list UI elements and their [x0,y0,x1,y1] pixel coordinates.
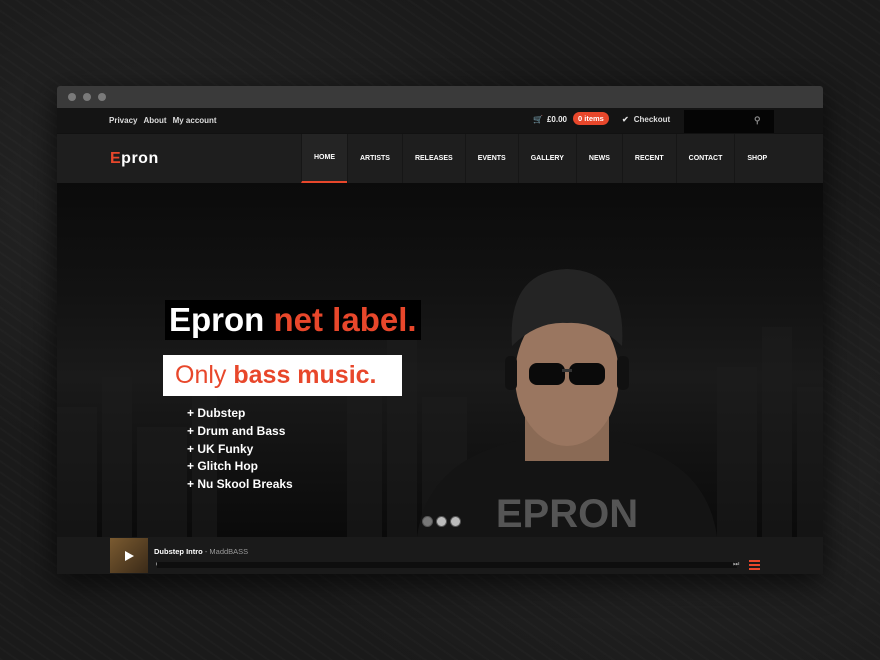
shirt-logo-text: EPRON [496,492,638,536]
next-track-icon[interactable]: ⏭ [733,561,739,569]
cart-items-badge[interactable]: 0 items [573,112,609,125]
genre-item: + Nu Skool Breaks [187,477,293,492]
nav-contact[interactable]: CONTACT [675,134,735,183]
nav-home[interactable]: HOME [301,134,347,183]
cart-icon: 🛒 [533,115,543,124]
nav-events[interactable]: EVENTS [464,134,518,183]
privacy-link[interactable]: Privacy [109,116,137,125]
nav-shop[interactable]: SHOP [734,134,779,183]
hero-headline: Epron net label. [165,300,421,340]
dj-photo: EPRON [417,269,717,537]
slider-dot-2[interactable] [436,516,447,527]
track-progress-bar[interactable] [157,562,737,568]
nav-recent[interactable]: RECENT [621,134,676,183]
cart-link[interactable]: 🛒 £0.00 [533,115,567,124]
search-icon[interactable]: ⚲ [754,115,761,126]
nav-releases[interactable]: RELEASES [401,134,465,183]
main-nav: HOME ARTISTS RELEASES EVENTS GALLERY NEW… [301,134,779,183]
nav-gallery[interactable]: GALLERY [517,134,576,183]
slider-dot-1[interactable] [422,516,433,527]
top-links: Privacy About My account [109,116,217,125]
subline-bold: bass music. [233,361,377,389]
audio-player: Dubstep Intro - MaddBASS ⏮ ⏭ [57,537,823,574]
track-title: Dubstep Intro [154,547,203,556]
window-dot-minimize[interactable] [83,93,91,101]
subline-main: Only [175,361,227,389]
genre-list: + Dubstep + Drum and Bass + UK Funky + G… [187,405,293,494]
play-icon[interactable] [125,551,134,561]
checkout-label: Checkout [633,115,671,124]
genre-item: + Drum and Bass [187,423,286,438]
window-dot-maximize[interactable] [98,93,106,101]
window-titlebar [57,86,823,108]
nav-artists[interactable]: ARTISTS [347,134,402,183]
about-link[interactable]: About [143,116,166,125]
browser-window: Privacy About My account 🛒 £0.00 0 items… [57,86,823,574]
genre-item: + Dubstep [187,406,246,420]
hero-slider: EPRON Epron net label. Only bass music. … [57,183,823,537]
genre-item: + Glitch Hop [187,459,259,474]
checkout-link[interactable]: ✔ Checkout [622,115,670,124]
track-info: Dubstep Intro - MaddBASS [154,547,248,556]
main-navbar: Epron HOME ARTISTS RELEASES EVENTS GALLE… [57,133,823,183]
logo-rest: pron [121,150,159,167]
site-logo[interactable]: Epron [110,150,159,168]
my-account-link[interactable]: My account [173,116,217,125]
window-dot-close[interactable] [68,93,76,101]
check-icon: ✔ [622,115,629,124]
playlist-icon[interactable] [749,560,760,572]
headline-accent: net label. [273,301,417,338]
headline-main: Epron [169,301,265,338]
track-artist: - MaddBASS [202,547,249,556]
hero-subheadline: Only bass music. [163,355,402,396]
top-bar: Privacy About My account 🛒 £0.00 0 items… [57,108,823,133]
logo-e: E [110,150,122,167]
slider-pagination [422,516,461,527]
nav-news[interactable]: NEWS [575,134,622,183]
cart-total: £0.00 [546,115,567,124]
genre-item: + UK Funky [187,441,254,456]
slider-dot-3[interactable] [450,516,461,527]
